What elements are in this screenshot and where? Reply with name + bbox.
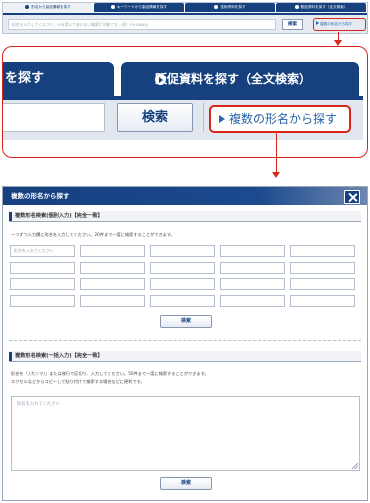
section-individual-header: 複数形名検索(個別入力)【完全一致】: [9, 211, 361, 222]
model-input-field[interactable]: [150, 278, 215, 290]
multi-model-dialog: 複数の形名から探す 複数形名検索(個別入力)【完全一致】 一つずつ入力欄に形名を…: [2, 186, 368, 501]
bulk-model-textarea[interactable]: 形名を入れてください: [11, 396, 360, 471]
model-input-field[interactable]: [10, 294, 75, 307]
zoom-tab-promo[interactable]: 販促資料を探す（全文検索）: [121, 62, 359, 96]
zoom-tab-model[interactable]: を探す: [3, 62, 114, 96]
model-input-field[interactable]: [80, 261, 145, 274]
tab-promo-docs[interactable]: 販促資料を探す（全文検索）: [276, 3, 366, 12]
tab-keyword-search[interactable]: キーワードから製品情報を探す: [94, 3, 184, 12]
model-input-field[interactable]: [290, 245, 355, 257]
model-input-field[interactable]: 形名を入れてください: [10, 245, 75, 257]
play-icon: [25, 4, 30, 9]
triangle-right-icon: [219, 115, 225, 123]
model-input-field[interactable]: [10, 261, 75, 274]
model-input-field[interactable]: [80, 294, 145, 307]
zoom-multi-model-link[interactable]: 複数の形名から探す: [209, 105, 351, 133]
close-icon[interactable]: [344, 190, 360, 204]
model-input-field[interactable]: [80, 278, 145, 290]
model-search-input[interactable]: 形名を入力してください。%を用いてあいまい検索が可能です。(例：PU%BBQ): [8, 19, 276, 30]
connector-line: [338, 32, 339, 40]
dialog-header: 複数の形名から探す: [3, 187, 367, 205]
connector-line: [276, 132, 277, 172]
divider: [203, 103, 204, 132]
section-bulk-description-2: エクセルなどからコピーして貼り付けて検索する場合などに便利です。: [11, 379, 145, 384]
zoom-search-button[interactable]: 検索: [117, 103, 193, 132]
section-divider: [9, 340, 361, 341]
dialog-title: 複数の形名から探す: [11, 192, 70, 200]
section-individual-description: 一つずつ入力欄に形名を入力してください。20件まで一度に検索することができます。: [11, 232, 175, 237]
model-input-field[interactable]: [220, 261, 285, 274]
mini-multi-model-link[interactable]: 複数の形名から探す: [313, 18, 366, 31]
model-input-field[interactable]: [150, 245, 215, 257]
model-input-field[interactable]: [290, 261, 355, 274]
textarea-placeholder: 形名を入れてください: [17, 402, 60, 407]
arrow-down-icon: [272, 172, 280, 178]
model-input-field[interactable]: [150, 261, 215, 274]
triangle-right-icon: [316, 21, 319, 25]
model-input-field[interactable]: [150, 294, 215, 307]
resize-handle[interactable]: [352, 463, 358, 469]
play-icon: [214, 4, 219, 9]
section-marker: [9, 212, 12, 221]
play-circle-icon: [155, 74, 166, 85]
tab-model-search[interactable]: 形名から製品情報を探す: [3, 3, 93, 12]
model-input-field[interactable]: [220, 278, 285, 290]
model-input-field[interactable]: [290, 278, 355, 290]
section-bulk-description-1: 形名を「,(カンマ)」または改行で区切り、入力してください。50件まで一度に検索…: [11, 371, 209, 376]
mini-search-button[interactable]: 検索: [282, 19, 303, 30]
individual-search-button[interactable]: 検索: [160, 315, 212, 328]
model-input-field[interactable]: [80, 245, 145, 257]
play-icon: [110, 4, 115, 9]
bulk-search-button[interactable]: 検索: [160, 477, 212, 490]
zoom-search-input[interactable]: [3, 103, 105, 132]
section-bulk-title: 複数形名検索(一括入力)【完全一致】: [15, 353, 103, 359]
model-input-field[interactable]: [290, 294, 355, 307]
mini-tab-bar: 形名から製品情報を探す キーワードから製品情報を探す 技術資料を探す 販促資料を…: [3, 3, 367, 12]
section-bulk-header: 複数形名検索(一括入力)【完全一致】: [9, 351, 361, 362]
section-individual-title: 複数形名検索(個別入力)【完全一致】: [15, 213, 103, 219]
section-marker: [9, 352, 12, 361]
zoom-callout: を探す 販促資料を探す（全文検索） 検索 複数の形名から探す: [2, 46, 368, 158]
mini-search-row: 形名を入力してください。%を用いてあいまい検索が可能です。(例：PU%BBQ) …: [3, 13, 367, 33]
play-icon: [294, 4, 299, 9]
model-input-field[interactable]: [220, 294, 285, 307]
model-input-field[interactable]: [220, 245, 285, 257]
top-search-strip: 形名から製品情報を探す キーワードから製品情報を探す 技術資料を探す 販促資料を…: [2, 2, 368, 34]
model-input-field[interactable]: [10, 278, 75, 290]
tab-technical-docs[interactable]: 技術資料を探す: [185, 3, 275, 12]
